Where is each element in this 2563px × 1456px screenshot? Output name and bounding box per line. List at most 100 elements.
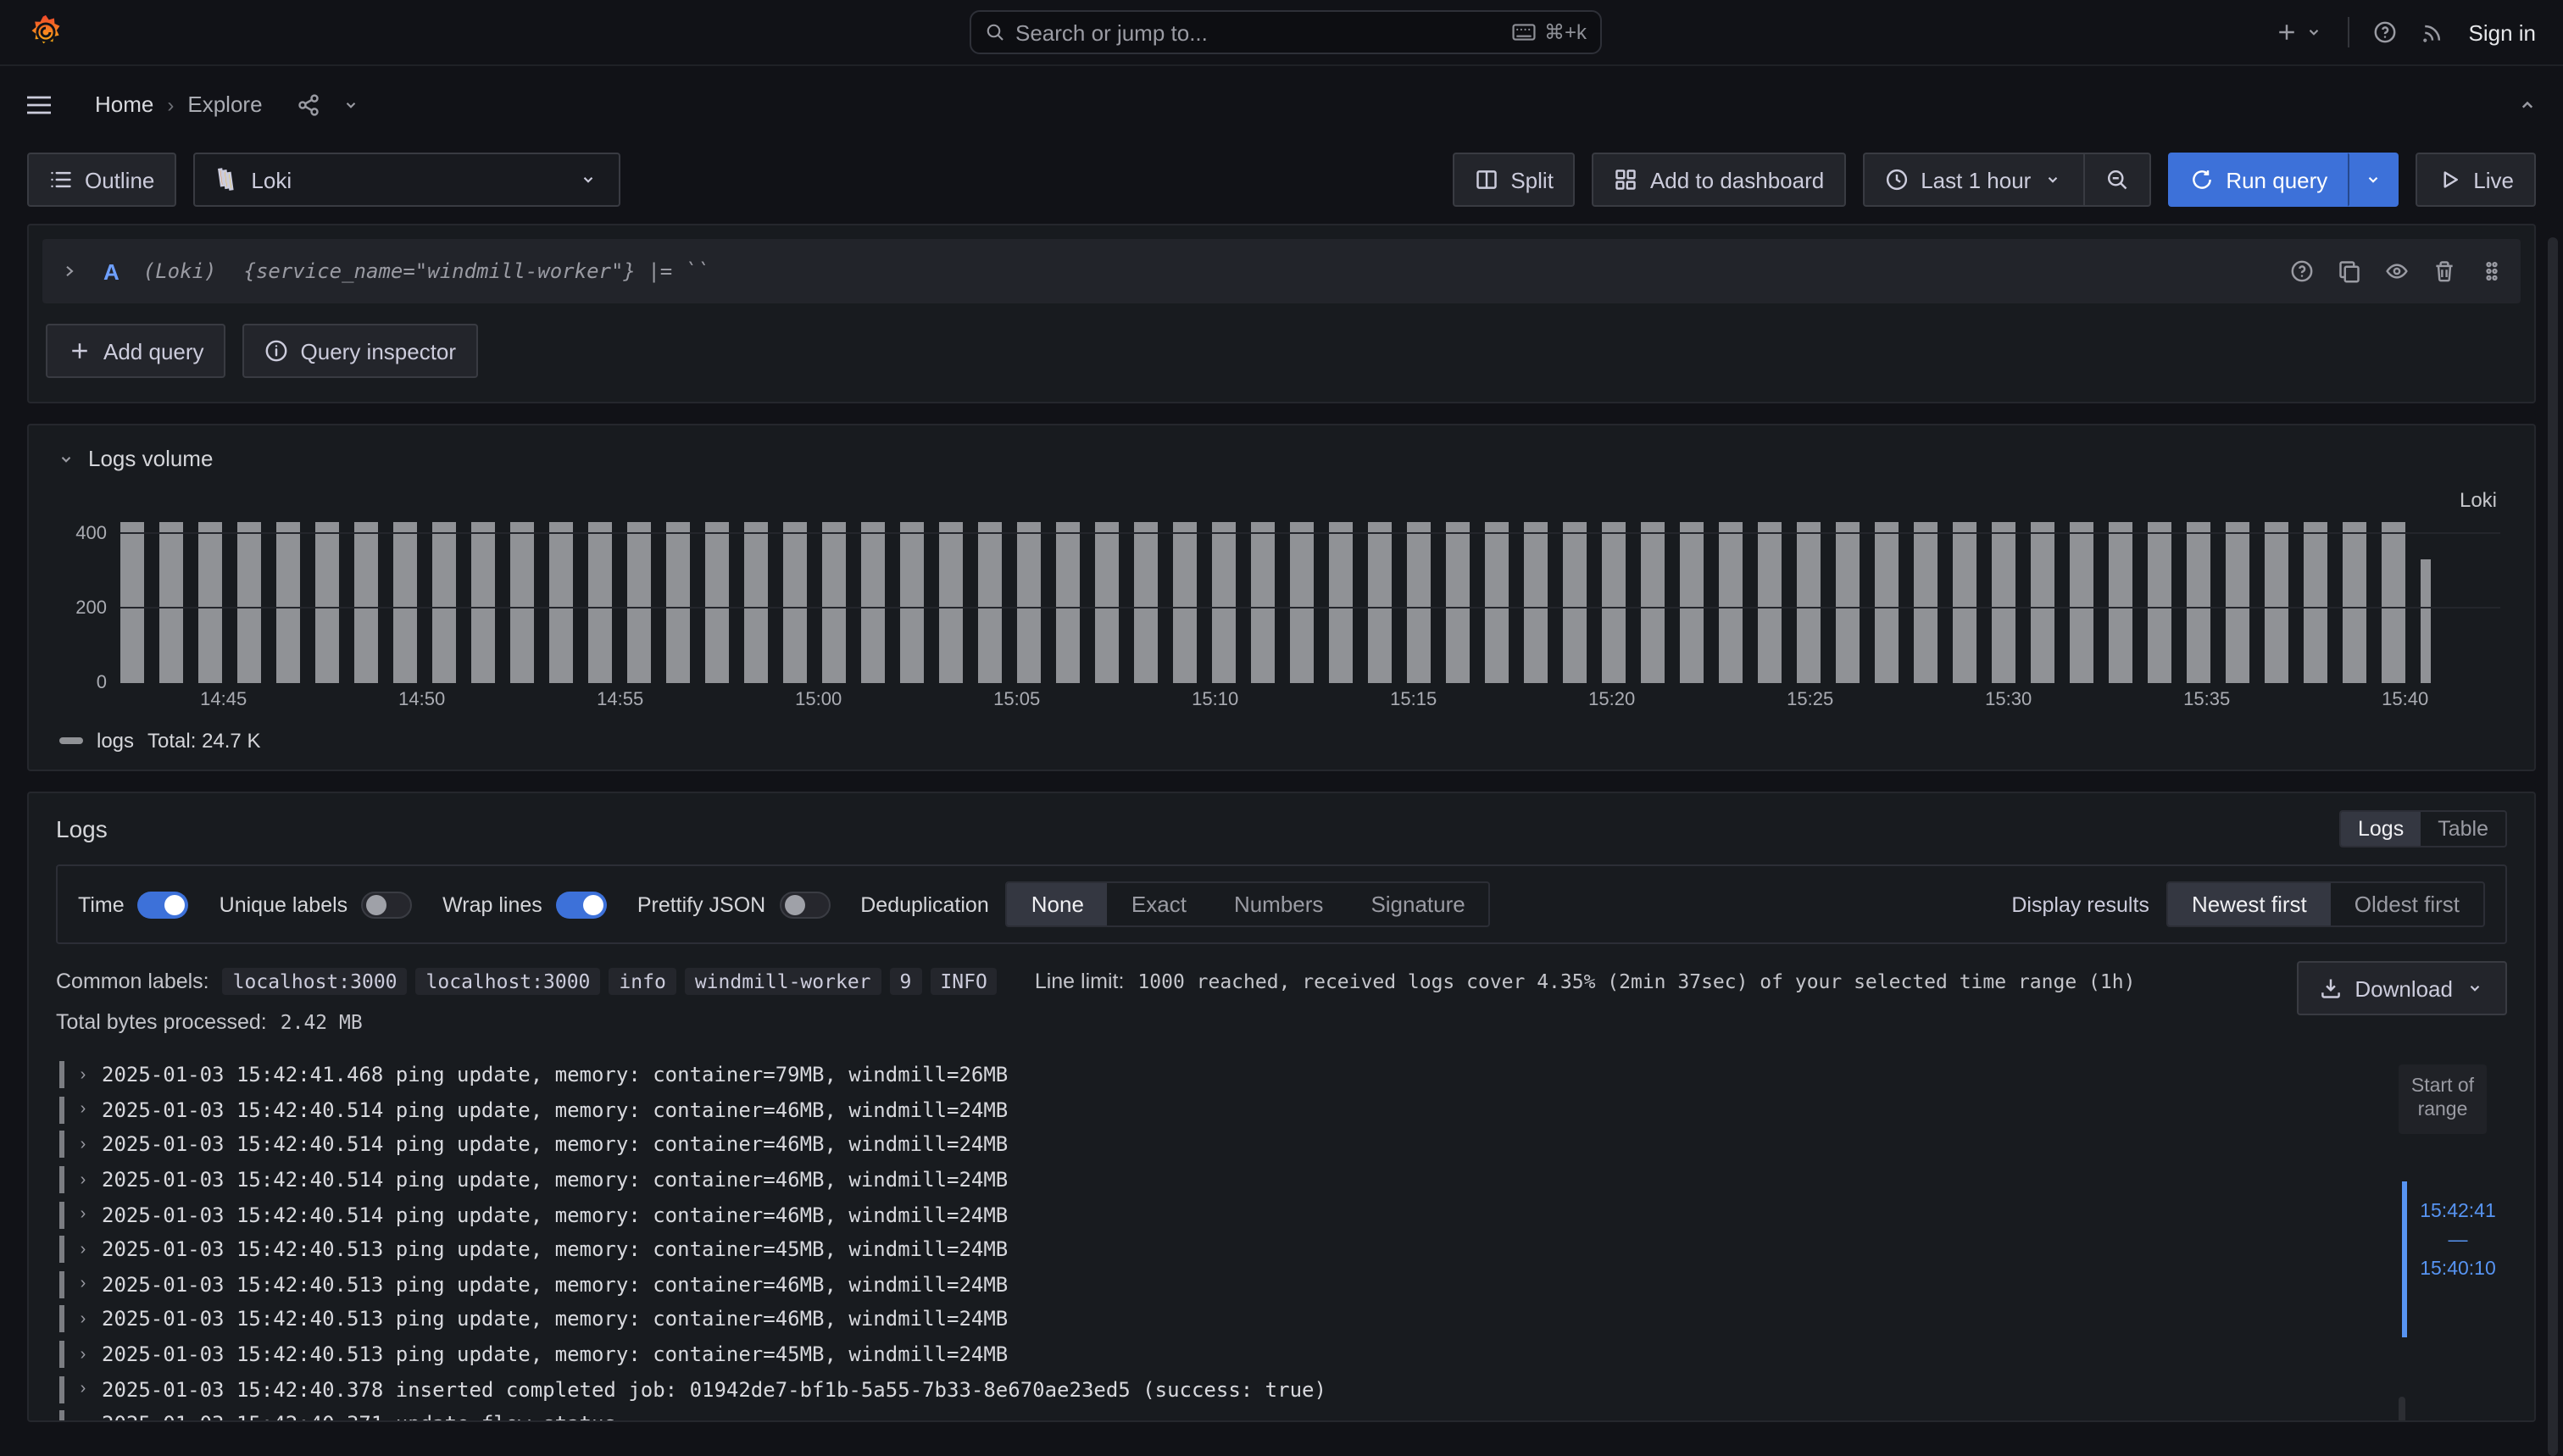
volume-bar[interactable]	[627, 522, 651, 683]
download-button[interactable]: Download	[2297, 961, 2507, 1015]
display-option-newest-first[interactable]: Newest first	[2168, 883, 2331, 925]
volume-bar[interactable]	[471, 522, 495, 683]
volume-bar[interactable]	[1602, 522, 1626, 683]
volume-bar[interactable]	[1290, 522, 1314, 683]
breadcrumb-explore[interactable]: Explore	[187, 92, 262, 117]
grafana-logo[interactable]	[27, 14, 64, 51]
dedup-option-exact[interactable]: Exact	[1108, 883, 1210, 925]
log-row[interactable]: ›2025-01-03 15:42:40.514 ping update, me…	[56, 1127, 2507, 1162]
log-row[interactable]: ›2025-01-03 15:42:40.513 ping update, me…	[56, 1232, 2507, 1267]
log-row[interactable]: ›2025-01-03 15:42:40.513 ping update, me…	[56, 1267, 2507, 1302]
volume-bar[interactable]	[2421, 560, 2431, 684]
volume-bar[interactable]	[900, 522, 924, 683]
log-row[interactable]: ›2025-01-03 15:42:40.514 ping update, me…	[56, 1092, 2507, 1127]
dedup-option-signature[interactable]: Signature	[1347, 883, 1488, 925]
chevron-down-icon[interactable]	[341, 94, 361, 114]
live-button[interactable]: Live	[2416, 153, 2536, 207]
expand-row-icon[interactable]: ›	[75, 1136, 92, 1154]
new-menu-button[interactable]	[2276, 20, 2325, 44]
series-tag[interactable]: Loki	[2460, 488, 2497, 512]
volume-bar[interactable]	[1485, 522, 1509, 683]
zoom-out-button[interactable]	[2083, 153, 2151, 207]
volume-bar[interactable]	[939, 522, 963, 683]
volume-bar[interactable]	[1875, 522, 1899, 683]
mega-menu-icon[interactable]	[24, 89, 54, 119]
volume-bar[interactable]	[549, 522, 573, 683]
volume-bar[interactable]	[2343, 522, 2366, 683]
minimap-scrollbar[interactable]	[2399, 1397, 2405, 1422]
volume-bar[interactable]	[2109, 522, 2132, 683]
split-button[interactable]: Split	[1453, 153, 1576, 207]
volume-bar[interactable]	[198, 522, 222, 683]
volume-bar[interactable]	[1836, 522, 1860, 683]
volume-bar[interactable]	[1992, 522, 2015, 683]
volume-bar[interactable]	[315, 522, 339, 683]
volume-bar[interactable]	[2070, 522, 2093, 683]
legend-series-name[interactable]: logs	[97, 729, 134, 753]
query-inspector-button[interactable]: Query inspector	[243, 324, 479, 378]
help-button[interactable]	[2374, 20, 2398, 44]
expand-row-icon[interactable]: ›	[75, 1170, 92, 1189]
sign-in-link[interactable]: Sign in	[2469, 19, 2537, 45]
volume-bar[interactable]	[1173, 522, 1197, 683]
expand-row-icon[interactable]: ›	[75, 1066, 92, 1085]
news-button[interactable]	[2421, 20, 2445, 44]
volume-bar[interactable]	[120, 522, 144, 683]
view-option-logs[interactable]: Logs	[2341, 812, 2421, 846]
volume-bar[interactable]	[1953, 522, 1976, 683]
trash-icon[interactable]	[2432, 259, 2456, 283]
volume-bar[interactable]	[2226, 522, 2249, 683]
volume-bar[interactable]	[978, 522, 1002, 683]
volume-bar[interactable]	[1017, 522, 1041, 683]
volume-bar[interactable]	[1095, 522, 1119, 683]
volume-bar[interactable]	[2382, 522, 2405, 683]
outline-button[interactable]: Outline	[27, 153, 176, 207]
volume-bar[interactable]	[159, 522, 183, 683]
expand-row-icon[interactable]: ›	[75, 1241, 92, 1259]
run-query-button[interactable]: Run query	[2168, 153, 2348, 207]
volume-bar[interactable]	[588, 522, 612, 683]
volume-bar[interactable]	[1641, 522, 1665, 683]
volume-bar[interactable]	[705, 522, 729, 683]
volume-bar[interactable]	[1797, 522, 1821, 683]
volume-bar[interactable]	[2031, 522, 2054, 683]
volume-bar[interactable]	[861, 522, 885, 683]
volume-bar[interactable]	[1719, 522, 1743, 683]
volume-bar[interactable]	[276, 522, 300, 683]
volume-bar[interactable]	[1251, 522, 1275, 683]
volume-bar[interactable]	[1212, 522, 1236, 683]
dedup-option-none[interactable]: None	[1008, 883, 1108, 925]
volume-bar[interactable]	[744, 522, 768, 683]
eye-icon[interactable]	[2385, 259, 2409, 283]
log-row[interactable]: ›2025-01-03 15:42:40.378 inserted comple…	[56, 1372, 2507, 1407]
dedup-option-numbers[interactable]: Numbers	[1210, 883, 1348, 925]
volume-bar[interactable]	[1134, 522, 1158, 683]
log-row[interactable]: ›2025-01-03 15:42:40.371 update flow sta…	[56, 1407, 2507, 1422]
volume-bar[interactable]	[237, 522, 261, 683]
expand-row-icon[interactable]: ›	[75, 1101, 92, 1120]
breadcrumb-home[interactable]: Home	[95, 92, 153, 117]
volume-bar[interactable]	[822, 522, 846, 683]
collapse-chevron-icon[interactable]	[56, 448, 76, 469]
volume-bar[interactable]	[354, 522, 378, 683]
log-row[interactable]: ›2025-01-03 15:42:40.513 ping update, me…	[56, 1337, 2507, 1372]
chevron-up-icon[interactable]	[2516, 92, 2539, 116]
volume-bar[interactable]	[1563, 522, 1587, 683]
volume-bar[interactable]	[1914, 522, 1938, 683]
search-input[interactable]	[1015, 19, 1502, 45]
loaded-range-indicator[interactable]: 15:42:41 — 15:40:10	[2399, 1181, 2487, 1337]
add-to-dashboard-button[interactable]: Add to dashboard	[1593, 153, 1846, 207]
unique-labels-toggle[interactable]	[361, 891, 412, 918]
volume-bar[interactable]	[1524, 522, 1548, 683]
expand-row-icon[interactable]: ›	[75, 1345, 92, 1364]
expand-row-icon[interactable]: ›	[75, 1380, 92, 1398]
prettify-json-toggle[interactable]	[779, 891, 830, 918]
time-range-button[interactable]: Last 1 hour	[1863, 153, 2083, 207]
log-row[interactable]: ›2025-01-03 15:42:40.514 ping update, me…	[56, 1198, 2507, 1232]
display-option-oldest-first[interactable]: Oldest first	[2331, 883, 2483, 925]
volume-bar[interactable]	[1368, 522, 1392, 683]
volume-bar[interactable]	[666, 522, 690, 683]
share-icon[interactable]	[297, 92, 320, 116]
search-bar[interactable]: ⌘+k	[970, 10, 1602, 54]
volume-bar[interactable]	[2304, 522, 2327, 683]
